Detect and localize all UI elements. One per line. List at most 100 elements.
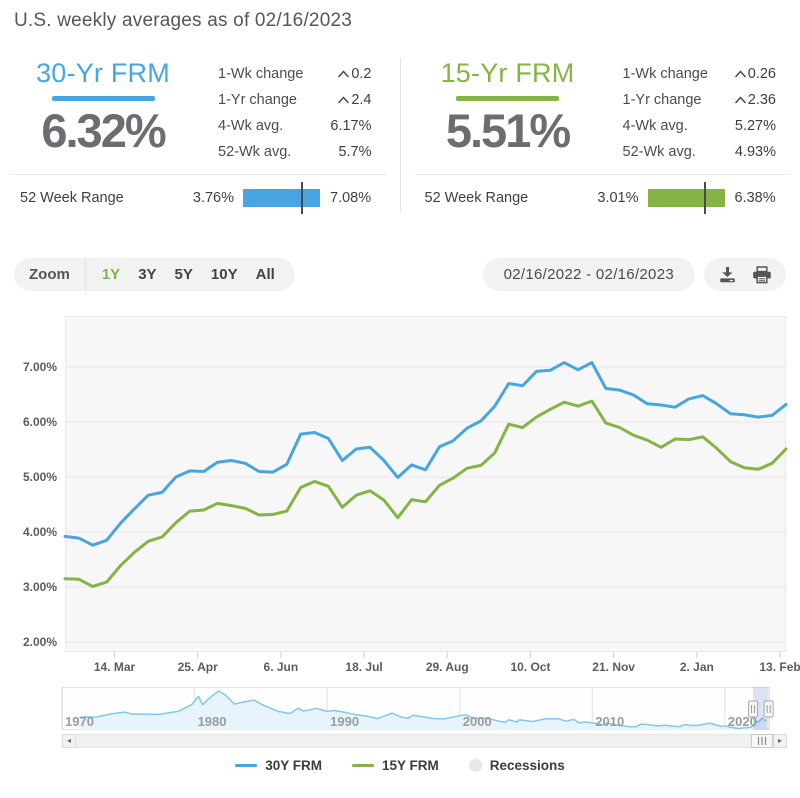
card-divider — [10, 174, 386, 175]
navigator-year-label: 1990 — [330, 714, 359, 729]
zoom-range-3y[interactable]: 3Y — [138, 266, 156, 283]
print-icon — [752, 266, 772, 284]
stat-value: 2.4 — [337, 92, 371, 108]
card-15yr-frm: 15-Yr FRM 5.51% 1-Wk change 0.26 1-Yr ch… — [413, 48, 793, 218]
rate-underline-15yr — [456, 96, 559, 101]
current-rate-15yr: 5.51% — [417, 107, 599, 154]
scrollbar-track[interactable] — [76, 734, 773, 748]
stat-label: 1-Wk change — [218, 66, 303, 82]
navigator-handle-right[interactable] — [764, 701, 773, 717]
rates-line-chart[interactable]: 7.00%6.00%5.00%4.00%3.00%2.00%14. Mar25.… — [0, 309, 800, 679]
stats-30yr: 1-Wk change 0.2 1-Yr change 2.4 4-Wk avg… — [194, 58, 382, 165]
date-range-input[interactable]: 02/16/2022 - 02/16/2023 — [483, 258, 695, 291]
navigator-year-label: 1970 — [65, 714, 94, 729]
y-tick-label: 3.00% — [23, 580, 57, 594]
card-title-15yr: 15-Yr FRM — [417, 58, 599, 89]
up-arrow-icon — [734, 95, 747, 105]
range-marker — [301, 182, 303, 214]
range-bar-15yr — [648, 189, 725, 207]
rate-cards: 30-Yr FRM 6.32% 1-Wk change 0.2 1-Yr cha… — [0, 48, 800, 218]
current-rate-30yr: 6.32% — [12, 107, 194, 154]
stat-value: 2.36 — [734, 92, 776, 108]
card-30yr-frm: 30-Yr FRM 6.32% 1-Wk change 0.2 1-Yr cha… — [8, 48, 388, 218]
range-bar-30yr — [243, 189, 320, 207]
stat-value: 5.7% — [338, 144, 371, 160]
range-max-value: 7.08% — [330, 190, 371, 206]
stat-row: 1-Wk change 0.2 — [218, 61, 372, 87]
range-label: 52 Week Range — [20, 190, 166, 206]
download-button[interactable] — [718, 266, 737, 283]
x-tick-label: 10. Oct — [510, 660, 550, 674]
stat-value: 0.26 — [734, 66, 776, 82]
up-arrow-icon — [337, 69, 350, 79]
legend-item-30y-frm[interactable]: 30Y FRM — [235, 758, 322, 773]
legend-item-recessions[interactable]: Recessions — [469, 758, 565, 773]
stat-label: 4-Wk avg. — [218, 118, 283, 134]
x-tick-label: 25. Apr — [178, 660, 219, 674]
range-min-value: 3.76% — [166, 190, 234, 206]
stat-row: 52-Wk avg. 5.7% — [218, 139, 372, 165]
x-tick-label: 13. Feb — [759, 660, 800, 674]
zoom-divider — [85, 258, 86, 291]
zoom-label: Zoom — [29, 266, 70, 283]
y-tick-label: 6.00% — [23, 415, 57, 429]
stat-label: 4-Wk avg. — [623, 118, 688, 134]
zoom-range-selector: Zoom 1Y 3Y 5Y 10Y All — [14, 258, 295, 291]
x-tick-label: 18. Jul — [345, 660, 382, 674]
stat-row: 4-Wk avg. 6.17% — [218, 113, 372, 139]
zoom-range-10y[interactable]: 10Y — [211, 266, 238, 283]
range-min-value: 3.01% — [571, 190, 639, 206]
download-icon — [718, 266, 737, 283]
x-tick-label: 21. Nov — [592, 660, 635, 674]
stat-value: 0.2 — [337, 66, 371, 82]
chart-navigator[interactable]: 197019801990200020102020 — [0, 687, 800, 731]
scrollbar-left-arrow[interactable]: ◂ — [62, 734, 76, 748]
rate-underline-30yr — [52, 96, 155, 101]
zoom-range-all[interactable]: All — [256, 266, 275, 283]
x-tick-label: 29. Aug — [426, 660, 469, 674]
stat-value: 5.27% — [735, 118, 776, 134]
legend-item-15y-frm[interactable]: 15Y FRM — [352, 758, 439, 773]
scrollbar-thumb[interactable] — [751, 734, 773, 748]
y-tick-label: 5.00% — [23, 470, 57, 484]
stat-row: 4-Wk avg. 5.27% — [623, 113, 777, 139]
range-row-30yr: 52 Week Range 3.76% 7.08% — [8, 178, 388, 218]
stats-15yr: 1-Wk change 0.26 1-Yr change 2.36 4-Wk a… — [599, 58, 787, 165]
export-buttons — [704, 258, 786, 291]
stat-value: 6.17% — [330, 118, 371, 134]
y-tick-label: 2.00% — [23, 635, 57, 649]
y-tick-label: 7.00% — [23, 360, 57, 374]
zoom-range-1y[interactable]: 1Y — [102, 266, 120, 283]
legend-swatch-30y — [235, 764, 257, 768]
legend-swatch-recessions — [469, 759, 482, 772]
chart-scrollbar: ◂ ▸ — [62, 734, 787, 748]
legend-swatch-15y — [352, 764, 374, 768]
page-title: U.S. weekly averages as of 02/16/2023 — [14, 8, 800, 34]
stat-row: 1-Yr change 2.36 — [623, 87, 777, 113]
zoom-range-5y[interactable]: 5Y — [175, 266, 193, 283]
stat-row: 1-Wk change 0.26 — [623, 61, 777, 87]
navigator-year-label: 2010 — [595, 714, 624, 729]
navigator-year-label: 1980 — [198, 714, 227, 729]
scrollbar-right-arrow[interactable]: ▸ — [773, 734, 787, 748]
range-marker — [704, 182, 706, 214]
navigator-handle-left[interactable] — [749, 701, 758, 717]
range-max-value: 6.38% — [735, 190, 776, 206]
chart-toolbar: Zoom 1Y 3Y 5Y 10Y All 02/16/2022 - 02/16… — [14, 258, 786, 291]
up-arrow-icon — [337, 95, 350, 105]
stat-label: 1-Yr change — [623, 92, 702, 108]
x-tick-label: 14. Mar — [94, 660, 136, 674]
stat-label: 1-Yr change — [218, 92, 297, 108]
stat-row: 52-Wk avg. 4.93% — [623, 139, 777, 165]
print-button[interactable] — [752, 266, 772, 284]
stat-row: 1-Yr change 2.4 — [218, 87, 372, 113]
stat-label: 1-Wk change — [623, 66, 708, 82]
card-divider — [415, 174, 791, 175]
y-axis-labels: 7.00%6.00%5.00%4.00%3.00%2.00% — [23, 360, 57, 649]
stat-label: 52-Wk avg. — [218, 144, 291, 160]
thumb-grip-icon — [757, 737, 767, 745]
navigator-year-label: 2000 — [463, 714, 492, 729]
range-row-15yr: 52 Week Range 3.01% 6.38% — [413, 178, 793, 218]
x-tick-label: 6. Jun — [264, 660, 299, 674]
card-title-30yr: 30-Yr FRM — [12, 58, 194, 89]
